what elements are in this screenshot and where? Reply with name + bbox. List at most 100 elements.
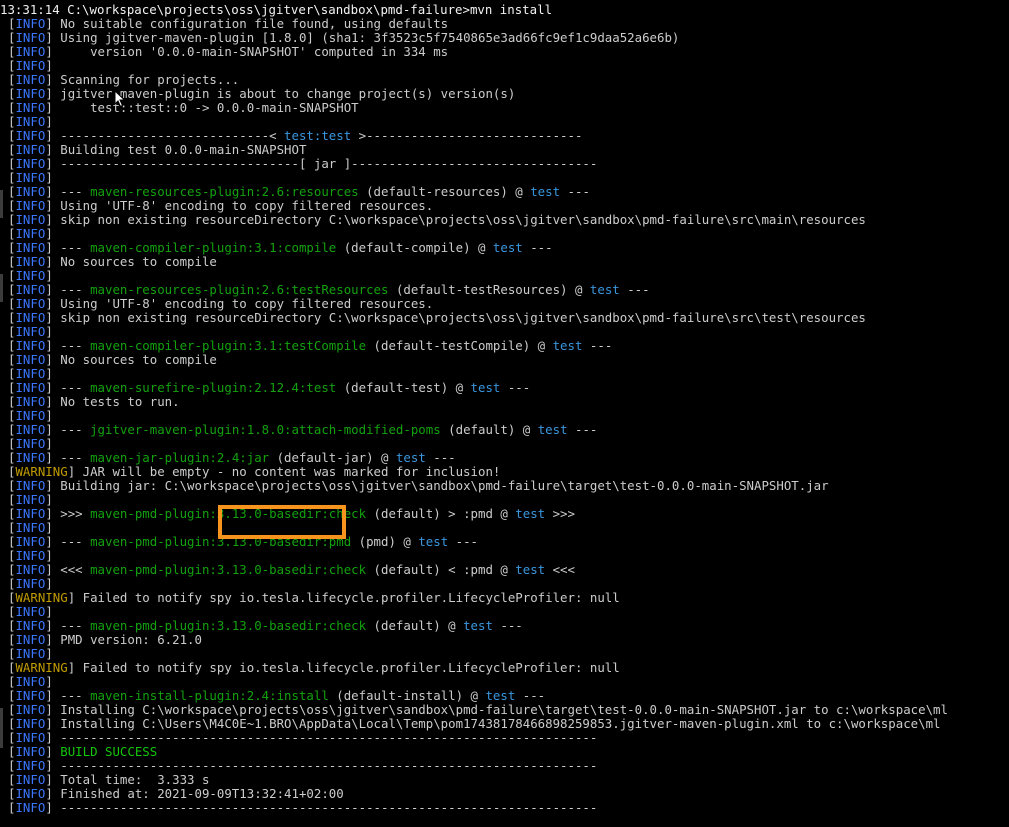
log-text: --- [60,688,91,703]
log-text: --- [60,422,91,437]
log-tag-bracket: ] [45,310,61,325]
log-level-tag: INFO [15,142,46,157]
log-text: (pmd) @ [351,534,419,549]
info-log-line: [INFO] ---------------------------------… [0,759,1009,773]
log-level-tag: INFO [15,198,46,213]
log-text: (default) < :pmd @ [366,562,516,577]
log-tag-bracket: ] [45,716,61,731]
log-text: version '0.0.0-main-SNAPSHOT' computed i… [60,44,449,59]
log-tag-bracket: ] [45,44,61,59]
log-text: Building test 0.0.0-main-SNAPSHOT [60,142,307,157]
log-tag-bracket: ] [45,604,61,619]
log-level-tag: INFO [15,212,46,227]
log-level-tag: INFO [15,16,46,31]
log-level-tag: INFO [15,632,46,647]
log-text: Installing C:\Users\M4C0E~1.BRO\AppData\… [60,716,941,731]
plugin-goal-text: maven-resources-plugin:2.6:resources [90,184,359,199]
log-tag-bracket: ] [45,268,61,283]
log-text: No sources to compile [60,352,217,367]
info-log-line: [INFO] BUILD SUCCESS [0,745,1009,759]
log-text: JAR will be empty - no content was marke… [82,464,501,479]
plugin-goal-text: maven-surefire-plugin:2.12.4:test [90,380,337,395]
plugin-goal-text: maven-pmd-plugin:3.13.0-basedir:check [90,562,367,577]
info-log-line: [INFO] No tests to run. [0,395,1009,409]
log-tag-bracket: ] [45,338,61,353]
log-tag-bracket: ] [45,730,61,745]
project-name-text: test [492,240,523,255]
info-log-line: [INFO] [0,493,1009,507]
log-text: (default) @ [440,422,538,437]
log-tag-bracket: ] [45,72,61,87]
project-name-text: test [485,688,516,703]
plugin-goal-text: maven-jar-plugin:2.4:jar [90,450,270,465]
log-tag-bracket: ] [45,240,61,255]
log-tag-bracket: ] [45,226,61,241]
log-text: skip non existing resourceDirectory C:\w… [60,310,866,325]
log-text: --- [425,450,456,465]
log-text: --- [500,380,531,395]
log-level-tag: INFO [15,128,46,143]
log-level-tag: INFO [15,324,46,339]
log-text: --- [582,338,613,353]
build-status-text: BUILD SUCCESS [60,744,158,759]
log-level-tag: INFO [15,338,46,353]
log-text: No suitable configuration file found, us… [60,16,449,31]
log-tag-bracket: ] [45,646,61,661]
log-tag-bracket: ] [45,366,61,381]
info-log-line: [INFO] ---------------------------------… [0,731,1009,745]
project-name-text: test [395,450,426,465]
log-tag-bracket: ] [45,450,61,465]
info-log-line: [INFO] --- maven-resources-plugin:2.6:re… [0,185,1009,199]
log-tag-bracket: ] [45,394,61,409]
plugin-goal-text: maven-pmd-plugin:3.13.0-basedir:check [90,506,367,521]
log-level-tag: INFO [15,58,46,73]
info-log-line: [INFO] [0,115,1009,129]
terminal-output[interactable]: 13:31:14 C:\workspace\projects\oss\jgitv… [0,0,1009,827]
log-text: Installing C:\workspace\projects\oss\jgi… [60,702,948,717]
info-log-line: [INFO] --- maven-compiler-plugin:3.1:tes… [0,339,1009,353]
info-log-line: [INFO] --------------------------------[… [0,157,1009,171]
log-level-tag: WARNING [15,660,68,675]
log-level-tag: INFO [15,786,46,801]
info-log-line: [INFO] [0,605,1009,619]
log-tag-bracket: ] [45,422,61,437]
info-log-line: [INFO] [0,521,1009,535]
log-level-tag: INFO [15,618,46,633]
log-tag-bracket: ] [45,100,61,115]
log-text: ----------------------------< [60,128,285,143]
log-text: Finished at: 2021-09-09T13:32:41+02:00 [60,786,344,801]
log-text: (default-testResources) @ [388,282,590,297]
log-text: --- [619,282,650,297]
info-log-line: [INFO] version '0.0.0-main-SNAPSHOT' com… [0,45,1009,59]
log-text: --- [60,184,91,199]
log-level-tag: INFO [15,702,46,717]
log-level-tag: INFO [15,394,46,409]
log-level-tag: INFO [15,604,46,619]
log-tag-bracket: ] [45,786,61,801]
log-level-tag: INFO [15,730,46,745]
info-log-line: [INFO] [0,647,1009,661]
log-level-tag: INFO [15,30,46,45]
log-tag-bracket: ] [45,674,61,689]
window-edge-mark [0,274,3,288]
info-log-line: [INFO] Total time: 3.333 s [0,773,1009,787]
log-level-tag: INFO [15,744,46,759]
log-text: (default) > :pmd @ [366,506,516,521]
log-tag-bracket: ] [45,478,61,493]
log-text: PMD version: 6.21.0 [60,632,202,647]
log-text: --- [60,240,91,255]
log-tag-bracket: ] [45,744,61,759]
log-tag-bracket: ] [45,758,61,773]
info-log-line: [INFO] [0,367,1009,381]
log-text: --- [515,688,546,703]
log-text: >>> [60,506,91,521]
log-text: Building jar: C:\workspace\projects\oss\… [60,478,829,493]
log-level-tag: WARNING [15,464,68,479]
log-level-tag: INFO [15,282,46,297]
log-level-tag: INFO [15,422,46,437]
log-text: --- [60,338,91,353]
plugin-goal-text: maven-resources-plugin:2.6:testResources [90,282,389,297]
log-text: --------------------------------[ jar ]-… [60,156,598,171]
log-text: --- [560,184,590,199]
log-text: 13:31:14 C:\workspace\projects\oss\jgitv… [0,2,553,17]
